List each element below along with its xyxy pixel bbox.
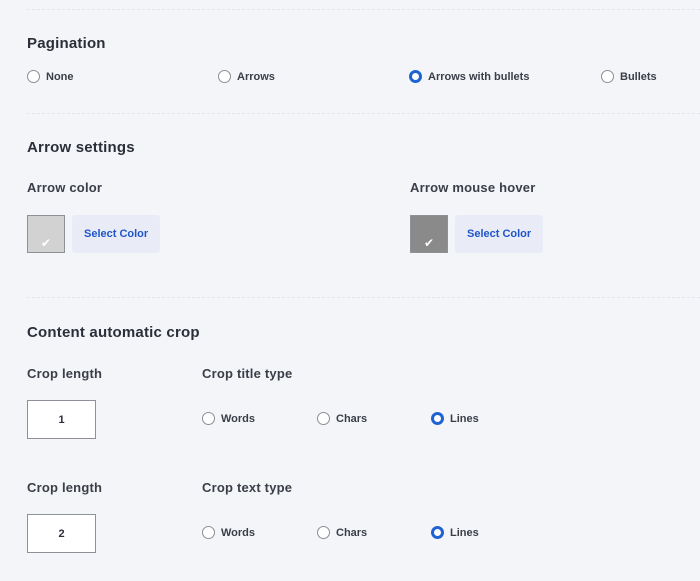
pagination-heading: Pagination [27, 35, 106, 52]
radio-label: Words [221, 412, 256, 425]
radio-circle-selected[interactable] [431, 526, 444, 539]
pagination-option-bullets[interactable]: Bullets [601, 70, 657, 83]
section-divider [27, 9, 700, 10]
crop-text-type-label: Crop text type [202, 480, 293, 495]
pagination-option-arrows[interactable]: Arrows [218, 70, 275, 83]
radio-label: Words [221, 526, 256, 539]
pagination-option-none[interactable]: None [27, 70, 74, 83]
crop-title-option-chars[interactable]: Chars [317, 412, 367, 425]
radio-label: Chars [336, 526, 368, 539]
crop-text-option-words[interactable]: Words [202, 526, 255, 539]
crop-text-option-chars[interactable]: Chars [317, 526, 367, 539]
crop-text-option-lines[interactable]: Lines [431, 526, 479, 539]
radio-circle[interactable] [202, 526, 215, 539]
arrow-settings-heading: Arrow settings [27, 139, 135, 156]
radio-circle[interactable] [218, 70, 231, 83]
pagination-option-arrows-with-bullets[interactable]: Arrows with bullets [409, 70, 529, 83]
content-crop-heading: Content automatic crop [27, 324, 200, 341]
checkmark-icon: ✔ [423, 236, 435, 250]
crop-length-label: Crop length [27, 480, 103, 495]
crop-title-length-input[interactable]: 1 [27, 400, 96, 439]
crop-title-option-words[interactable]: Words [202, 412, 255, 425]
radio-label: Chars [336, 412, 368, 425]
radio-circle-selected[interactable] [431, 412, 444, 425]
crop-text-length-input[interactable]: 2 [27, 514, 96, 553]
radio-circle-selected[interactable] [409, 70, 422, 83]
radio-label: Arrows with bullets [428, 70, 530, 83]
section-divider [27, 113, 700, 114]
crop-title-option-lines[interactable]: Lines [431, 412, 479, 425]
radio-circle[interactable] [202, 412, 215, 425]
radio-label: None [46, 70, 74, 83]
radio-label: Lines [450, 526, 479, 539]
arrow-color-label: Arrow color [27, 180, 103, 195]
radio-circle[interactable] [317, 412, 330, 425]
radio-circle[interactable] [317, 526, 330, 539]
radio-circle[interactable] [601, 70, 614, 83]
settings-page: Pagination None Arrows Arrows with bulle… [0, 0, 700, 581]
checkmark-icon: ✔ [40, 236, 52, 250]
crop-title-type-label: Crop title type [202, 366, 293, 381]
radio-label: Lines [450, 412, 479, 425]
radio-label: Bullets [620, 70, 657, 83]
radio-circle[interactable] [27, 70, 40, 83]
radio-label: Arrows [237, 70, 275, 83]
arrow-hover-label: Arrow mouse hover [410, 180, 536, 195]
arrow-hover-swatch[interactable]: ✔ [410, 215, 448, 253]
arrow-hover-select-button[interactable]: Select Color [455, 215, 544, 253]
section-divider [27, 297, 700, 298]
crop-length-label: Crop length [27, 366, 103, 381]
arrow-color-swatch[interactable]: ✔ [27, 215, 65, 253]
arrow-color-select-button[interactable]: Select Color [72, 215, 161, 253]
